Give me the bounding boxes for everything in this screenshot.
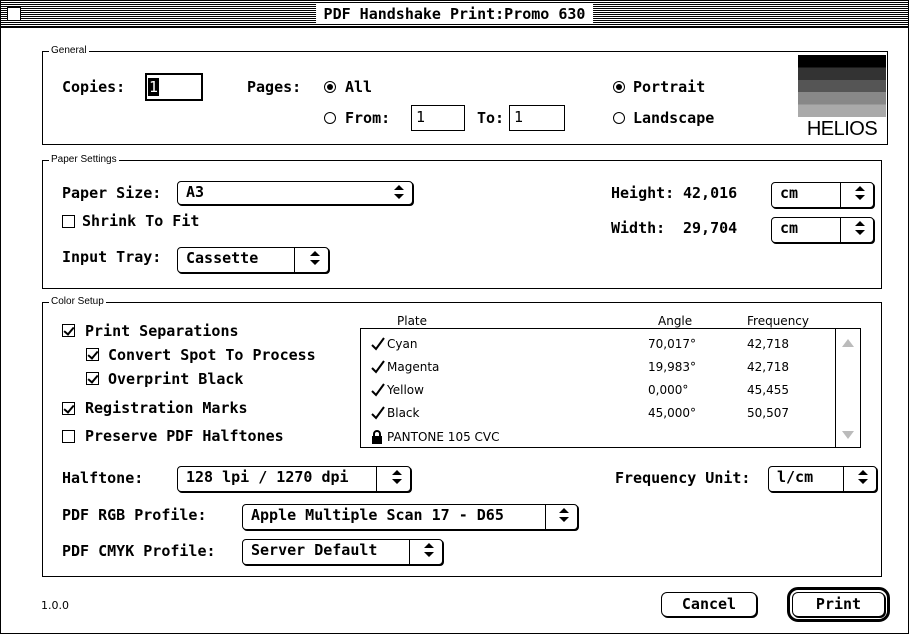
height-label: Height: — [611, 184, 675, 202]
popup-arrows-icon — [424, 543, 434, 557]
preserve-halftones-checkbox[interactable] — [62, 430, 75, 443]
window-title: PDF Handshake Print:Promo 630 — [315, 4, 594, 24]
paper-size-label: Paper Size: — [62, 184, 162, 202]
halftone-value: 128 lpi / 1270 dpi — [186, 468, 349, 486]
copies-field[interactable]: 1 — [145, 73, 203, 101]
input-tray-value: Cassette — [186, 249, 259, 267]
paper-settings-label: Paper Settings — [49, 153, 119, 167]
popup-arrows-icon — [394, 185, 404, 199]
to-page-field[interactable]: 1 — [509, 105, 565, 131]
shrink-to-fit-checkbox[interactable] — [62, 215, 75, 228]
plate-name: Black — [387, 406, 420, 420]
color-setup-label: Color Setup — [49, 295, 106, 309]
landscape-label[interactable]: Landscape — [633, 109, 714, 127]
pages-all-radio[interactable] — [324, 81, 336, 93]
checkmark-icon — [371, 337, 385, 351]
rgb-profile-value: Apple Multiple Scan 17 - D65 — [251, 506, 504, 524]
frequency-unit-label: Frequency Unit: — [615, 469, 751, 487]
plate-list-scrollbar[interactable] — [835, 329, 860, 447]
print-button[interactable]: Print — [787, 587, 890, 622]
copies-label: Copies: — [62, 78, 126, 96]
portrait-radio[interactable] — [613, 81, 625, 93]
popup-arrows-icon — [392, 470, 402, 484]
plate-frequency: 45,455 — [747, 383, 789, 397]
height-value: 42,016 — [683, 184, 738, 202]
plate-angle: 45,000° — [648, 406, 696, 420]
popup-arrows-icon — [858, 470, 868, 484]
landscape-radio[interactable] — [613, 112, 625, 124]
frequency-unit-popup[interactable]: l/cm — [768, 466, 877, 492]
close-box[interactable] — [7, 7, 21, 21]
plate-frequency: 42,718 — [747, 337, 789, 351]
checkmark-icon — [371, 406, 385, 420]
input-tray-popup[interactable]: Cassette — [177, 247, 329, 273]
plate-name: Cyan — [387, 337, 418, 351]
from-page-field[interactable]: 1 — [411, 105, 465, 131]
cancel-button[interactable]: Cancel — [661, 592, 757, 617]
pages-to-label: To: — [477, 109, 505, 127]
helios-logo-text: HELIOS — [806, 118, 878, 140]
convert-spot-checkbox[interactable] — [86, 348, 99, 361]
copies-value: 1 — [148, 78, 160, 96]
frequency-unit-value: l/cm — [777, 468, 814, 486]
print-separations-checkbox[interactable] — [62, 324, 75, 337]
overprint-black-label[interactable]: Overprint Black — [108, 370, 243, 388]
height-unit-value: cm — [780, 184, 799, 202]
registration-marks-label[interactable]: Registration Marks — [85, 399, 248, 417]
shrink-to-fit-label[interactable]: Shrink To Fit — [82, 212, 199, 230]
cmyk-profile-value: Server Default — [251, 541, 378, 559]
cmyk-profile-popup[interactable]: Server Default — [242, 539, 443, 565]
angle-header: Angle — [658, 314, 693, 328]
cmyk-profile-label: PDF CMYK Profile: — [62, 542, 216, 560]
popup-arrows-icon — [559, 508, 569, 522]
scroll-up-arrow-icon[interactable] — [842, 339, 854, 347]
plate-angle: 0,000° — [648, 383, 689, 397]
scroll-down-arrow-icon[interactable] — [842, 431, 854, 439]
plate-angle: 19,983° — [648, 360, 696, 374]
general-group-label: General — [49, 44, 89, 58]
plate-header: Plate — [397, 314, 428, 328]
checkmark-icon — [371, 360, 385, 374]
print-separations-label[interactable]: Print Separations — [85, 322, 239, 340]
width-unit-value: cm — [780, 219, 799, 237]
paper-size-value: A3 — [186, 183, 205, 201]
plate-frequency: 42,718 — [747, 360, 789, 374]
plate-angle: 70,017° — [648, 337, 696, 351]
pages-from-label[interactable]: From: — [345, 109, 390, 127]
popup-arrows-icon — [855, 221, 865, 235]
plate-name: PANTONE 105 CVC — [387, 430, 500, 444]
height-unit-popup[interactable]: cm — [771, 182, 874, 208]
halftone-popup[interactable]: 128 lpi / 1270 dpi — [177, 466, 411, 492]
plate-name: Yellow — [387, 383, 424, 397]
convert-spot-label[interactable]: Convert Spot To Process — [108, 346, 316, 364]
print-dialog: PDF Handshake Print:Promo 630 General Co… — [0, 0, 909, 634]
width-label: Width: — [611, 219, 666, 237]
helios-logo: HELIOS — [798, 55, 886, 141]
pages-from-radio[interactable] — [324, 112, 336, 124]
plate-name: Magenta — [387, 360, 440, 374]
helios-logo-bars — [798, 55, 886, 117]
plate-frequency: 50,507 — [747, 406, 789, 420]
lock-icon — [372, 430, 382, 444]
portrait-label[interactable]: Portrait — [633, 78, 705, 96]
frequency-header: Frequency — [747, 314, 809, 328]
rgb-profile-popup[interactable]: Apple Multiple Scan 17 - D65 — [242, 504, 578, 530]
halftone-label: Halftone: — [62, 469, 144, 487]
popup-arrows-icon — [310, 251, 320, 265]
rgb-profile-label: PDF RGB Profile: — [62, 506, 207, 524]
checkmark-icon — [371, 383, 385, 397]
pages-all-label[interactable]: All — [345, 78, 372, 96]
pages-label: Pages: — [247, 78, 302, 96]
input-tray-label: Input Tray: — [62, 248, 162, 266]
version-label: 1.0.0 — [41, 599, 69, 612]
paper-size-popup[interactable]: A3 — [177, 181, 413, 205]
width-value: 29,704 — [683, 219, 738, 237]
registration-marks-checkbox[interactable] — [62, 402, 75, 415]
popup-arrows-icon — [855, 186, 865, 200]
overprint-black-checkbox[interactable] — [86, 372, 99, 385]
title-bar[interactable]: PDF Handshake Print:Promo 630 — [1, 1, 908, 28]
preserve-halftones-label[interactable]: Preserve PDF Halftones — [85, 427, 284, 445]
width-unit-popup[interactable]: cm — [771, 217, 874, 243]
